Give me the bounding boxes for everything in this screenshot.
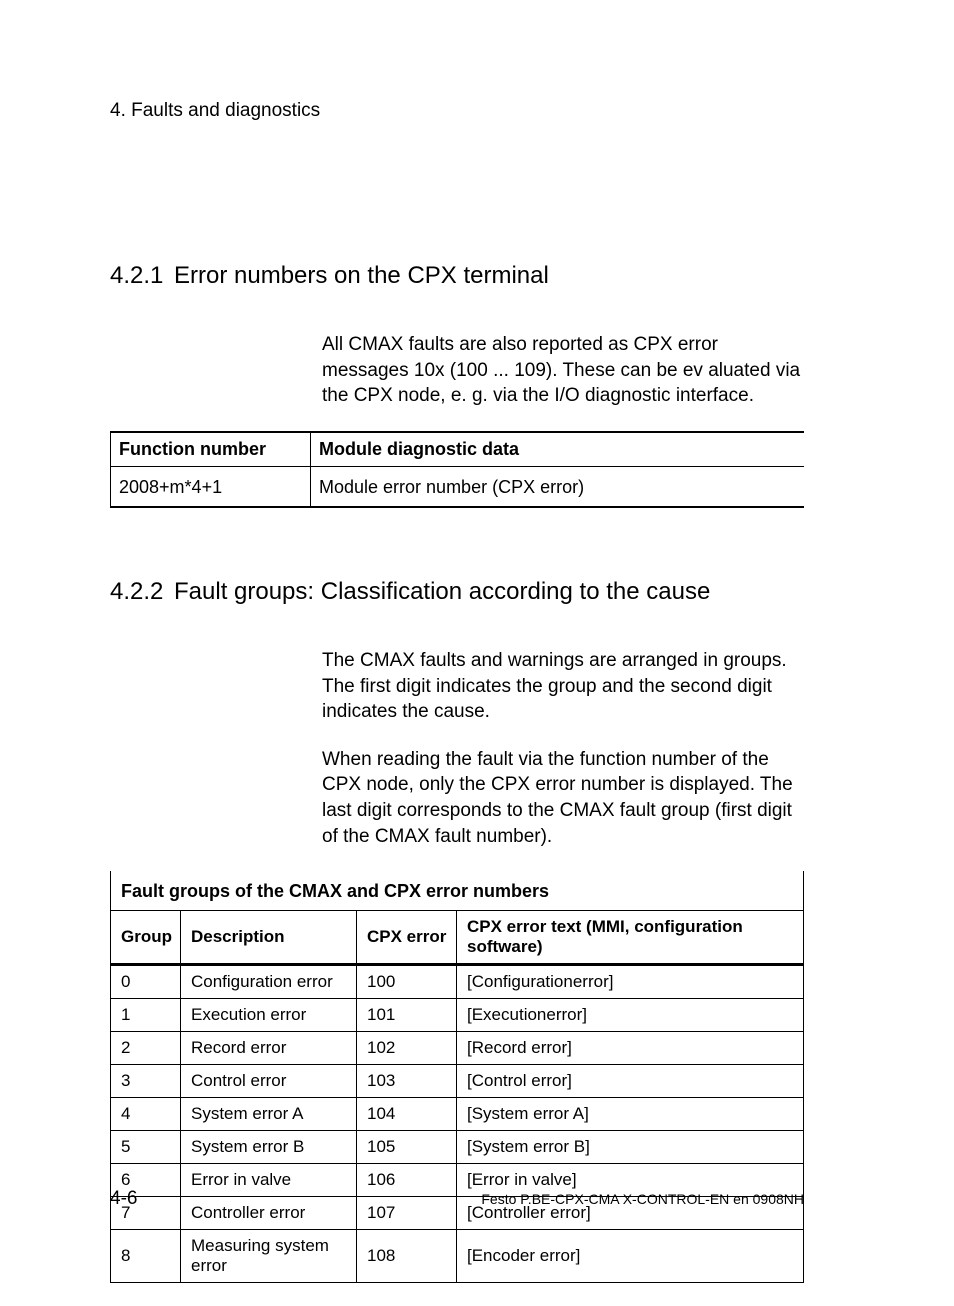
table2-cell-desc: System error A (181, 1098, 357, 1131)
table1-header-module-data: Module diagnostic data (311, 432, 805, 467)
table2-cell-cpxtext: [Control error] (457, 1065, 804, 1098)
table2-cell-cpxerr: 104 (357, 1098, 457, 1131)
section-422-para1: The CMAX faults and warnings are arrange… (322, 648, 804, 725)
section-number: 4.2.1 (110, 262, 174, 290)
table2-cell-desc: Record error (181, 1032, 357, 1065)
table-row: 1Execution error101[Executionerror] (111, 999, 804, 1032)
table-row: 0Configuration error100[Configurationerr… (111, 965, 804, 999)
table-row: 5System error B105[System error B] (111, 1131, 804, 1164)
section-title: Error numbers on the CPX terminal (174, 262, 549, 290)
table2-cell-cpxerr: 101 (357, 999, 457, 1032)
table2-cell-cpxerr: 108 (357, 1230, 457, 1283)
table1-cell-module-data: Module error number (CPX error) (311, 466, 805, 507)
table2-cell-desc: Execution error (181, 999, 357, 1032)
table2-cell-desc: Configuration error (181, 965, 357, 999)
page: 4. Faults and diagnostics 4.2.1 Error nu… (0, 0, 954, 1306)
table2-header-group: Group (111, 911, 181, 965)
table2-cell-desc: Control error (181, 1065, 357, 1098)
table2-cell-group: 0 (111, 965, 181, 999)
section-number: 4.2.2 (110, 578, 174, 606)
table2-cell-cpxerr: 100 (357, 965, 457, 999)
table2-cell-group: 4 (111, 1098, 181, 1131)
table2-cell-cpxtext: [System error A] (457, 1098, 804, 1131)
table2-cell-cpxtext: [Encoder error] (457, 1230, 804, 1283)
table-row: 2Record error102[Record error] (111, 1032, 804, 1065)
table2-cell-group: 2 (111, 1032, 181, 1065)
table2-cell-group: 1 (111, 999, 181, 1032)
section-title: Fault groups: Classification according t… (174, 578, 710, 606)
table1-header-function-number: Function number (111, 432, 311, 467)
table2-cell-desc: Measuring system error (181, 1230, 357, 1283)
table2-caption-row: Fault groups of the CMAX and CPX error n… (111, 871, 804, 911)
table2-header-desc: Description (181, 911, 357, 965)
table2-cell-cpxtext: [System error B] (457, 1131, 804, 1164)
table1-cell-function-number: 2008+m*4+1 (111, 466, 311, 507)
table2-cell-cpxtext: [Executionerror] (457, 999, 804, 1032)
table-row: 3Control error103[Control error] (111, 1065, 804, 1098)
table2-cell-cpxerr: 105 (357, 1131, 457, 1164)
section-421-heading: 4.2.1 Error numbers on the CPX terminal (110, 262, 804, 290)
table2-header-row: Group Description CPX error CPX error te… (111, 911, 804, 965)
table2-cell-cpxerr: 102 (357, 1032, 457, 1065)
section-422-para2: When reading the fault via the function … (322, 747, 804, 850)
chapter-header: 4. Faults and diagnostics (110, 100, 804, 122)
table2-cell-cpxerr: 103 (357, 1065, 457, 1098)
table2-cell-group: 8 (111, 1230, 181, 1283)
table2-header-cpxtext: CPX error text (MMI, configuration softw… (457, 911, 804, 965)
table2-cell-cpxtext: [Configurationerror] (457, 965, 804, 999)
table-row: 8Measuring system error108[Encoder error… (111, 1230, 804, 1283)
table2-cell-group: 5 (111, 1131, 181, 1164)
fault-groups-table: Fault groups of the CMAX and CPX error n… (110, 871, 804, 1283)
section-421-para: All CMAX faults are also reported as CPX… (322, 332, 804, 409)
table-row: 2008+m*4+1 Module error number (CPX erro… (111, 466, 805, 507)
section-422-heading: 4.2.2 Fault groups: Classification accor… (110, 578, 804, 606)
table2-cell-cpxtext: [Record error] (457, 1032, 804, 1065)
table2-cell-desc: System error B (181, 1131, 357, 1164)
page-footer: 4-6 Festo P.BE-CPX-CMA X-CONTROL-EN en 0… (110, 1188, 804, 1210)
document-id: Festo P.BE-CPX-CMA X-CONTROL-EN en 0908N… (481, 1191, 804, 1207)
table2-caption: Fault groups of the CMAX and CPX error n… (111, 871, 804, 911)
table2-cell-group: 3 (111, 1065, 181, 1098)
table2-header-cpxerr: CPX error (357, 911, 457, 965)
function-number-table: Function number Module diagnostic data 2… (110, 431, 804, 508)
table-row: 4System error A104[System error A] (111, 1098, 804, 1131)
page-number: 4-6 (110, 1188, 137, 1210)
